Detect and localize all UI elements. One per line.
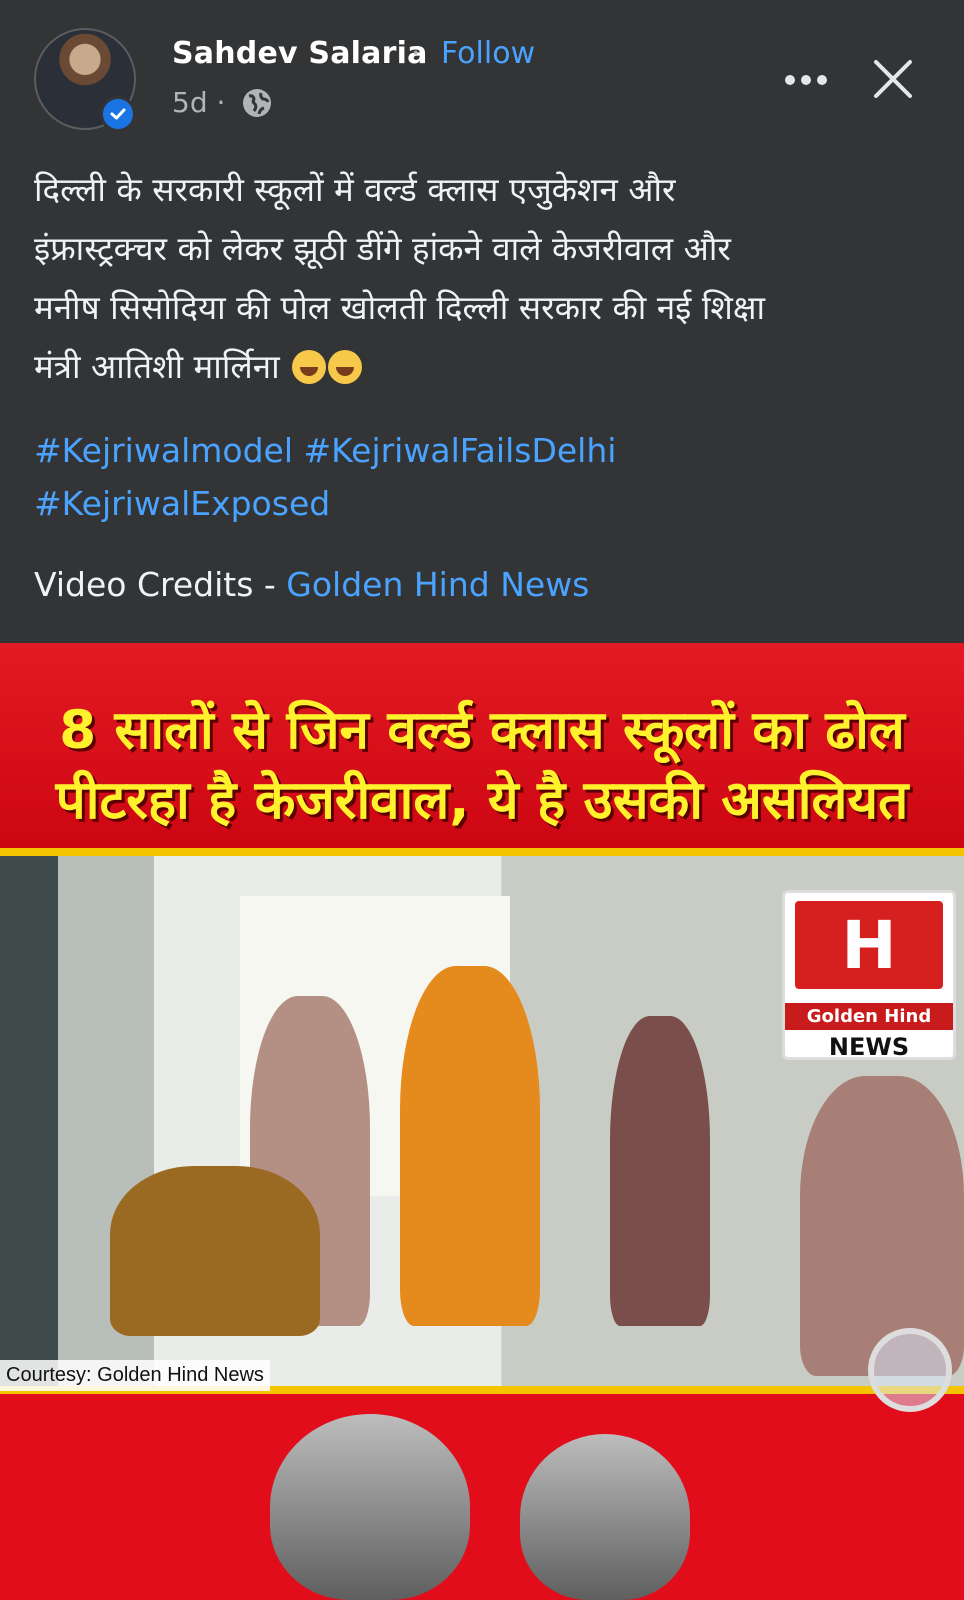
credits-link[interactable]: Golden Hind News xyxy=(286,565,589,604)
more-options-icon[interactable] xyxy=(782,64,830,96)
post-timestamp[interactable]: 5d · xyxy=(172,86,225,119)
hashtag-link[interactable]: #KejriwalFailsDelhi xyxy=(304,431,617,470)
author-name[interactable]: Sahdev Salaria xyxy=(172,36,428,71)
laughing-emoji-icon xyxy=(328,350,363,384)
post-header: Sahdev Salaria · Follow 5d · xyxy=(0,0,964,140)
post-body-line: मनीष सिसोदिया की पोल खोलती दिल्ली सरकार … xyxy=(34,288,766,327)
channel-logo: H Golden Hind NEWS xyxy=(782,890,956,1061)
post-body: दिल्ली के सरकारी स्कूलों में वर्ल्ड क्ला… xyxy=(34,160,934,396)
person xyxy=(110,1166,320,1336)
laughing-emoji-icon xyxy=(292,350,327,384)
person xyxy=(610,1016,710,1326)
post-body-text: मंत्री आतिशी मार्लिना xyxy=(34,347,280,386)
logo-mark: H xyxy=(795,901,943,989)
person xyxy=(400,966,540,1326)
person-photo xyxy=(270,1414,470,1600)
post-body-line: दिल्ली के सरकारी स्कूलों में वर्ल्ड क्ला… xyxy=(34,170,676,209)
divider xyxy=(0,848,964,856)
credits-label: Video Credits - xyxy=(34,565,287,604)
verified-badge-icon xyxy=(100,96,136,132)
person-photo xyxy=(520,1434,690,1600)
post-body-line: मंत्री आतिशी मार्लिना xyxy=(34,337,934,396)
separator-dot: · xyxy=(411,36,421,71)
hashtags: #Kejriwalmodel #KejriwalFailsDelhi #Kejr… xyxy=(34,424,934,530)
courtesy-caption: Courtesy: Golden Hind News xyxy=(0,1360,270,1391)
headline-line: पीटरहा है केजरीवाल, ये है उसकी असलियत xyxy=(55,770,909,831)
globe-icon xyxy=(243,89,271,117)
post-media[interactable]: 8 सालों से जिन वर्ल्ड क्लास स्कूलों का ढ… xyxy=(0,643,964,1600)
person xyxy=(800,1076,964,1376)
headline-line: 8 सालों से जिन वर्ल्ड क्लास स्कूलों का ढ… xyxy=(59,700,905,761)
close-icon[interactable] xyxy=(872,58,914,100)
headline-banner: 8 सालों से जिन वर्ल्ड क्लास स्कूलों का ढ… xyxy=(0,643,964,848)
hashtag-link[interactable]: #KejriwalExposed xyxy=(34,484,330,523)
logo-name: Golden Hind xyxy=(785,1003,953,1030)
video-credits: Video Credits - Golden Hind News xyxy=(34,565,589,604)
logo-news: NEWS xyxy=(828,1033,910,1061)
magnifier-icon xyxy=(868,1328,952,1412)
hashtag-link[interactable]: #Kejriwalmodel xyxy=(34,431,293,470)
follow-button[interactable]: Follow xyxy=(441,36,535,71)
post-body-line: इंफ्रास्ट्रक्चर को लेकर झूठी डींगे हांकन… xyxy=(34,229,731,268)
bottom-banner xyxy=(0,1394,964,1600)
